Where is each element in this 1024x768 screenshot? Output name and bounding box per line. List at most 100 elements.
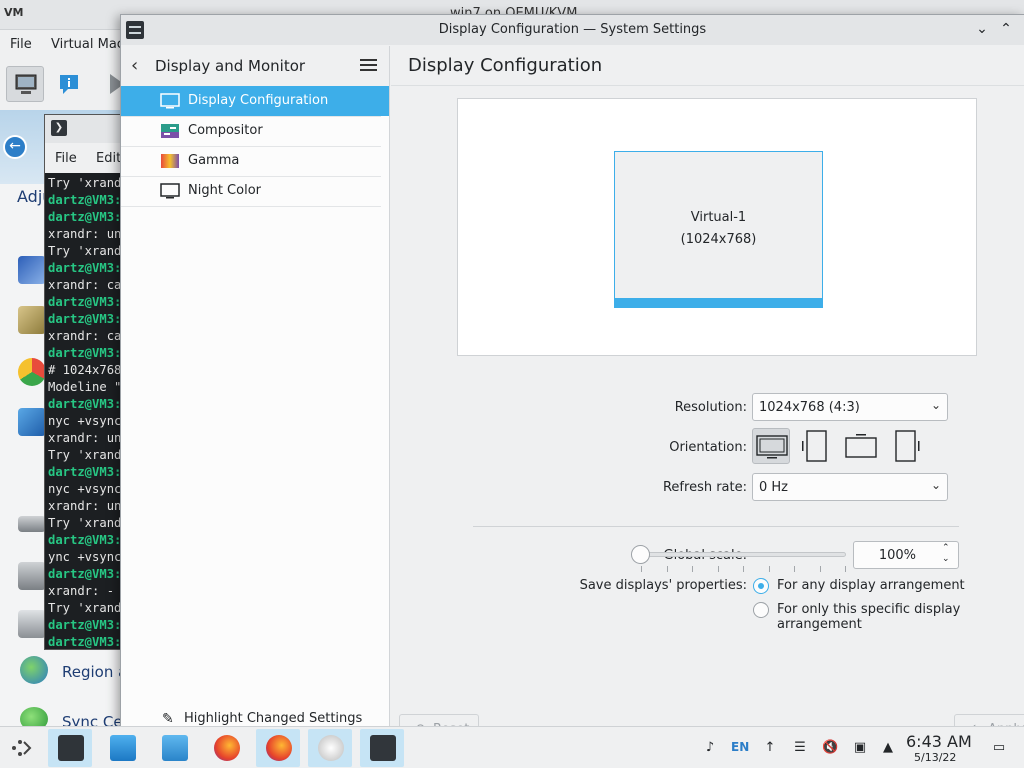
clock-date[interactable]: 5/13/22 [914,751,956,764]
volume-muted-icon[interactable]: 🔇 [822,740,838,756]
terminal-output[interactable]: Try 'xrandr --help' for more information… [48,175,130,651]
slider-tick [666,566,668,572]
clipboard-icon[interactable]: ☰ [792,740,808,756]
terminal-line: dartz@VM3:~$ [48,465,130,479]
sidebar-item-compositor[interactable]: Compositor [121,116,389,146]
phone-icon[interactable] [18,610,46,638]
virt-manager-icon [318,735,344,761]
terminal-line: Try 'xrandr --help' for more information… [48,448,129,462]
taskbar: ♪ EN ↑ ☰ 🔇 ▣ ▲ 6:43 AM 5/13/22 ▭ [0,726,1024,768]
monitor-resolution: (1024x768) [680,232,757,247]
taskbar-firefox-window[interactable] [256,729,300,767]
save-any-arrangement-radio[interactable] [753,578,769,594]
refresh-rate-combo[interactable]: 0 Hz ⌄ [752,473,948,501]
terminal-line: dartz@VM3:~$ [48,533,130,547]
keys-icon[interactable] [18,306,46,334]
save-specific-arrangement-label[interactable]: For only this specific display arrangeme… [777,602,1024,632]
slider-tick [845,566,846,572]
terminal-menu-file[interactable]: File [55,151,77,166]
hamburger-menu-icon[interactable] [360,57,378,73]
vm-menu-file[interactable]: File [10,37,32,52]
terminal-line: xrandr: cannot find mode [48,329,130,343]
terminal-line: dartz@VM3:~$ [48,346,130,360]
taskbar-virt-manager[interactable] [308,729,352,767]
settings-sidebar: ‹ Display and Monitor Display Configurat… [121,46,390,727]
keyboard-layout-indicator[interactable]: EN [731,740,749,754]
keyboard-icon[interactable] [18,516,46,532]
terminal-menubar: File Edit [45,143,131,173]
firefox-icon [214,735,240,761]
global-scale-slider[interactable] [641,552,846,557]
flag-icon[interactable] [18,256,46,284]
sidebar-title: Display and Monitor [155,57,306,75]
chevron-down-icon: ⌄ [930,398,941,412]
save-any-arrangement-label[interactable]: For any display arrangement [777,578,965,593]
terminal-window[interactable]: ❯ File Edit Try 'xrandr --help' for more… [44,114,131,651]
compositor-icon [160,123,180,139]
notifications-icon[interactable]: ♪ [702,740,718,756]
tray-expand-icon[interactable]: ▲ [880,740,896,756]
network-icon[interactable]: ▣ [852,740,868,756]
pencil-icon: ✎ [162,711,174,727]
screen-layout-view: Virtual-1 (1024x768) [457,98,977,356]
spin-up-icon[interactable]: ⌃ [942,543,950,553]
terminal-line: Try 'xrandr --help' for more information… [48,601,129,615]
orientation-flipped-button[interactable] [842,428,880,464]
firefox-icon [266,735,292,761]
maximize-icon[interactable]: ⌃ [997,21,1015,39]
terminal-line: Try 'xrandr --help' for more information… [48,176,129,190]
window-title: Display Configuration — System Settings [438,22,707,37]
console-view-button[interactable] [6,66,44,102]
chrome-icon[interactable] [18,358,46,386]
monitor-name: Virtual-1 [690,210,747,225]
application-launcher-button[interactable] [0,729,44,767]
kde-launcher-icon [12,740,32,756]
orientation-portrait-right-button[interactable] [887,428,925,464]
minimize-icon[interactable]: ⌄ [973,21,991,39]
save-specific-arrangement-radio[interactable] [753,602,769,618]
sidebar-item-gamma[interactable]: Gamma [121,146,389,176]
terminal-menu-edit[interactable]: Edit [96,151,121,166]
printer-icon[interactable] [18,562,46,590]
taskbar-file-manager[interactable] [152,729,196,767]
refresh-rate-label: Refresh rate: [662,480,747,495]
sidebar-item-display-configuration[interactable]: Display Configuration [121,86,389,116]
taskbar-system-settings[interactable] [48,729,92,767]
orientation-portrait-left-button[interactable] [797,428,835,464]
back-arrow-icon[interactable]: ← [3,135,27,159]
landscape-flipped-icon [845,434,877,458]
sidebar-item-label: Display Configuration [188,93,329,108]
settings-titlebar[interactable]: Display Configuration — System Settings … [121,15,1024,45]
region-link[interactable]: Region a [62,663,127,681]
terminal-line: dartz@VM3:~$ [48,295,130,309]
taskbar-firefox[interactable] [204,729,248,767]
terminal-line: dartz@VM3:~$ [48,312,130,326]
clock-time[interactable]: 6:43 AM [906,732,972,751]
global-scale-slider-handle[interactable] [631,545,650,564]
terminal-line: xrandr: unrecognized option [48,227,130,241]
terminal-line: xrandr: cannot find mode [48,278,130,292]
resolution-combo[interactable]: 1024x768 (4:3) ⌄ [752,393,948,421]
globe-icon[interactable] [20,656,48,684]
updates-icon[interactable]: ↑ [762,740,778,756]
sidebar-item-night-color[interactable]: Night Color [121,176,389,206]
taskbar-discover[interactable] [100,729,144,767]
back-chevron-icon[interactable]: ‹ [131,55,151,76]
output-monitor-virtual-1[interactable]: Virtual-1 (1024x768) [614,151,823,308]
terminal-line: dartz@VM3:~$ [48,635,130,649]
global-scale-value: 100% [878,548,916,563]
taskbar-terminal[interactable] [360,729,404,767]
spin-down-icon[interactable]: ⌄ [942,554,950,564]
orientation-landscape-button[interactable] [752,428,790,464]
global-scale-spinbox[interactable]: 100% ⌃ ⌄ [853,541,959,569]
terminal-titlebar[interactable]: ❯ [45,115,131,143]
page-title: Display Configuration [408,55,603,76]
terminal-line: Try 'xrandr --help' for more information… [48,516,129,530]
vm-menu-virtual-machine[interactable]: Virtual Mac [51,37,124,52]
monitor-icon [15,74,37,94]
display-configuration-page: Display Configuration Virtual-1 (1024x76… [391,46,1024,744]
display-icon[interactable] [18,408,46,436]
show-desktop-icon[interactable]: ▭ [990,740,1008,756]
terminal-line: dartz@VM3:~$ [48,210,130,224]
details-view-button[interactable] [50,66,88,102]
